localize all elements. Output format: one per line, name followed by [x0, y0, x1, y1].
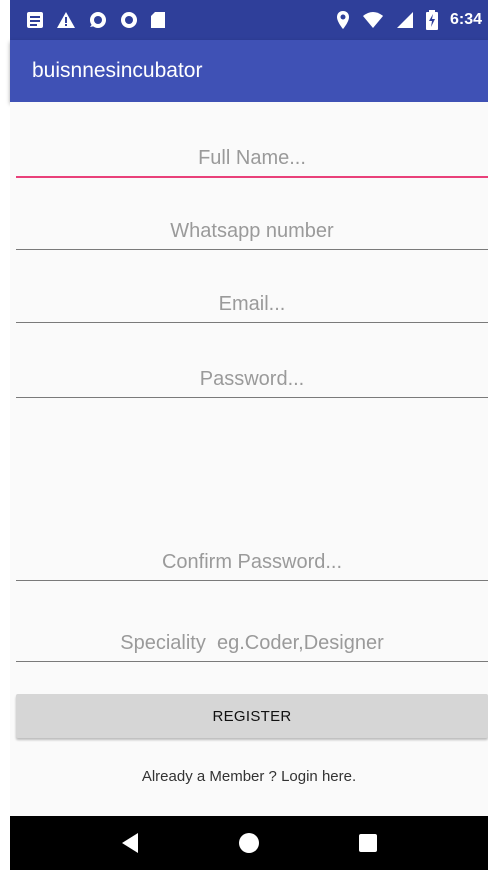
full-name-field[interactable]	[16, 134, 488, 178]
record-icon	[120, 10, 138, 30]
wifi-icon	[362, 10, 384, 30]
notes-icon	[26, 10, 44, 30]
email-input[interactable]	[16, 293, 488, 316]
confirm-password-field[interactable]	[16, 537, 488, 581]
registration-form: REGISTER Already a Member ? Login here.	[10, 102, 488, 816]
full-name-input[interactable]	[16, 147, 488, 170]
register-button[interactable]: REGISTER	[16, 694, 488, 738]
battery-charging-icon	[425, 10, 438, 30]
back-icon[interactable]	[110, 823, 150, 863]
chat-icon	[88, 10, 108, 30]
login-link[interactable]: Already a Member ? Login here.	[10, 768, 488, 785]
status-right-icons: 6:34	[336, 10, 482, 30]
confirm-password-input[interactable]	[16, 551, 488, 574]
speciality-input[interactable]	[16, 632, 488, 655]
speciality-field[interactable]	[16, 618, 488, 662]
status-time: 6:34	[449, 11, 482, 28]
whatsapp-number-input[interactable]	[16, 220, 488, 243]
status-bar: 6:34	[10, 0, 488, 40]
email-field[interactable]	[16, 279, 488, 323]
recents-icon[interactable]	[348, 823, 388, 863]
status-left-icons	[26, 10, 166, 30]
password-input[interactable]	[16, 368, 488, 391]
location-icon	[336, 10, 350, 30]
app-title: buisnnesincubator	[32, 59, 203, 82]
warning-icon	[56, 10, 76, 30]
home-icon[interactable]	[229, 823, 269, 863]
whatsapp-number-field[interactable]	[16, 206, 488, 250]
password-field[interactable]	[16, 354, 488, 398]
sd-card-icon	[150, 10, 166, 30]
navigation-bar	[10, 816, 488, 870]
app-bar: buisnnesincubator	[10, 40, 488, 102]
signal-icon	[396, 10, 414, 30]
